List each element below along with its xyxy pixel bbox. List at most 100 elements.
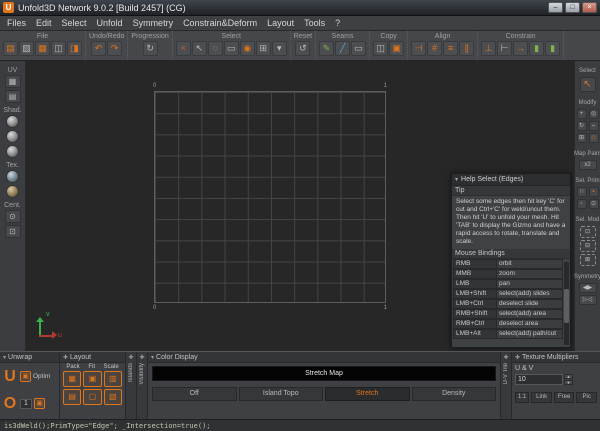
collapsed-tab-uv-tile[interactable]: ✚ U-V Tile	[501, 352, 512, 419]
center-view-icon[interactable]: ⊙	[5, 210, 21, 223]
toolbar-icon[interactable]: ▭	[224, 41, 239, 56]
help-scrollbar-thumb[interactable]	[564, 289, 569, 324]
layout-tool-icon[interactable]: ▧	[104, 389, 122, 405]
map-paint-icon[interactable]: x2	[579, 160, 597, 170]
ratio-button[interactable]: 1:1	[515, 392, 529, 403]
shading-mode-icon[interactable]	[6, 130, 19, 143]
modify-tool-icon[interactable]: ◎	[589, 109, 599, 119]
layout-panel-header[interactable]: ✚ Layout	[60, 352, 125, 363]
toolbar-icon[interactable]: ▦	[35, 41, 50, 56]
symmetry-icon[interactable]: ▷◁	[579, 295, 597, 305]
modify-tool-icon[interactable]: +	[577, 109, 587, 119]
toolbar-icon[interactable]: ▮	[545, 41, 560, 56]
stepper-up-icon[interactable]: ▲	[564, 374, 573, 379]
center-view-icon[interactable]: ⊡	[5, 225, 21, 238]
toolbar-icon[interactable]: ↖	[192, 41, 207, 56]
layout-tool-icon[interactable]: ▥	[104, 371, 122, 387]
unfold-button[interactable]: U	[2, 368, 18, 386]
collapsed-tab-islands[interactable]: ✚ Islands	[126, 352, 137, 419]
maximize-button[interactable]: □	[565, 2, 580, 13]
collapsed-tab-visibility[interactable]: ✚ Visibility	[137, 352, 148, 419]
view-mode-icon[interactable]: ▤	[5, 90, 21, 103]
optimize-options-icon[interactable]: ▣	[34, 398, 45, 409]
menu-item[interactable]: ?	[330, 16, 345, 30]
color-mode-button[interactable]: Density	[412, 387, 497, 401]
toolbar-icon[interactable]: ⊥	[481, 41, 496, 56]
toolbar-icon[interactable]: ⊣	[411, 41, 426, 56]
select-primitive-icon[interactable]: ⊙	[589, 199, 599, 209]
toolbar-icon[interactable]: ◫	[51, 41, 66, 56]
toolbar-icon[interactable]: ◨	[67, 41, 82, 56]
color-mode-button[interactable]: Island Topo	[239, 387, 324, 401]
layout-tool-icon[interactable]: ▦	[63, 371, 81, 387]
color-mode-button[interactable]: Off	[152, 387, 237, 401]
link-button[interactable]: Link	[531, 392, 552, 403]
help-scrollbar[interactable]	[564, 262, 569, 345]
layout-tool-icon[interactable]: ▣	[83, 371, 101, 387]
toolbar-icon[interactable]: ▾	[272, 41, 287, 56]
toolbar-icon[interactable]: ╱	[335, 41, 350, 56]
toolbar-icon[interactable]: #	[427, 41, 442, 56]
menu-item[interactable]: Layout	[262, 16, 299, 30]
select-mode-icon[interactable]: ⊟	[580, 240, 596, 252]
iterations-field[interactable]: 1	[20, 399, 32, 409]
toolbar-icon[interactable]: →	[513, 41, 528, 56]
collapse-icon[interactable]: ✚	[515, 354, 520, 361]
stepper-down-icon[interactable]: ▼	[564, 380, 573, 385]
toolbar-icon[interactable]: ▭	[351, 41, 366, 56]
modify-tool-icon[interactable]: ◇	[589, 133, 599, 143]
help-panel-header[interactable]: ▾ Help Select (Edges)	[452, 174, 570, 186]
modify-tool-icon[interactable]: ↻	[577, 121, 587, 131]
pic-button[interactable]: Pic	[576, 392, 597, 403]
toolbar-icon[interactable]: ▮	[529, 41, 544, 56]
collapse-icon[interactable]: ▾	[151, 354, 154, 361]
menu-item[interactable]: Unfold	[92, 16, 128, 30]
toolbar-icon[interactable]: ⊢	[497, 41, 512, 56]
optimize-button[interactable]: O	[2, 395, 18, 413]
toolbar-icon[interactable]: ↺	[295, 41, 310, 56]
collapse-icon[interactable]: ▾	[3, 354, 6, 361]
minimize-button[interactable]: –	[548, 2, 563, 13]
modify-tool-icon[interactable]: ⊞	[577, 133, 587, 143]
unwrap-panel-header[interactable]: ▾ Unwrap	[0, 352, 59, 363]
expand-icon[interactable]: ✚	[139, 354, 144, 361]
toolbar-icon[interactable]: ▤	[3, 41, 18, 56]
symmetry-icon[interactable]: ◀▶	[579, 283, 597, 293]
texture-mode-icon[interactable]	[6, 170, 19, 183]
expand-icon[interactable]: ✚	[503, 354, 508, 361]
select-primitive-icon[interactable]: ▫	[577, 199, 587, 209]
toolbar-icon[interactable]: ∥	[459, 41, 474, 56]
unfold-options-icon[interactable]: ▣	[20, 371, 31, 382]
shading-mode-icon[interactable]	[6, 115, 19, 128]
menu-item[interactable]: Select	[57, 16, 92, 30]
toolbar-icon[interactable]: ▣	[389, 41, 404, 56]
collapse-icon[interactable]: ▾	[455, 176, 458, 183]
menu-item[interactable]: Edit	[31, 16, 57, 30]
toolbar-icon[interactable]: ◉	[240, 41, 255, 56]
select-primitive-icon[interactable]: ▪	[589, 187, 599, 197]
toolbar-icon[interactable]: ◌	[208, 41, 223, 56]
toolbar-icon[interactable]: ⊞	[256, 41, 271, 56]
modify-tool-icon[interactable]: ⇔	[589, 121, 599, 131]
toolbar-icon[interactable]: ≡	[443, 41, 458, 56]
menu-item[interactable]: Symmetry	[128, 16, 179, 30]
select-cursor-icon[interactable]: ↖	[580, 77, 596, 92]
shading-mode-icon[interactable]	[6, 145, 19, 158]
toolbar-icon[interactable]: ×	[176, 41, 191, 56]
multiplier-value-field[interactable]: 10	[515, 374, 563, 385]
toolbar-icon[interactable]: ↻	[143, 41, 158, 56]
select-mode-icon[interactable]: ⊡	[580, 226, 596, 238]
menu-item[interactable]: Constrain&Deform	[178, 16, 262, 30]
toolbar-icon[interactable]: ▧	[19, 41, 34, 56]
toolbar-icon[interactable]: ◫	[373, 41, 388, 56]
select-mode-icon[interactable]: ⊠	[580, 254, 596, 266]
select-primitive-icon[interactable]: ∷	[577, 187, 587, 197]
menu-item[interactable]: Files	[2, 16, 31, 30]
texture-multipliers-header[interactable]: ✚ Texture Multipliers	[512, 352, 600, 363]
view-mode-icon[interactable]: ▦	[5, 75, 21, 88]
toolbar-icon[interactable]: ↷	[107, 41, 122, 56]
uv-viewport[interactable]: 0 1 0 1 v u ▾ Help Select (Edges) Tip	[26, 61, 574, 351]
color-display-header[interactable]: ▾ Color Display	[148, 352, 500, 363]
menu-item[interactable]: Tools	[299, 16, 330, 30]
layout-tool-icon[interactable]: ▢	[83, 389, 101, 405]
